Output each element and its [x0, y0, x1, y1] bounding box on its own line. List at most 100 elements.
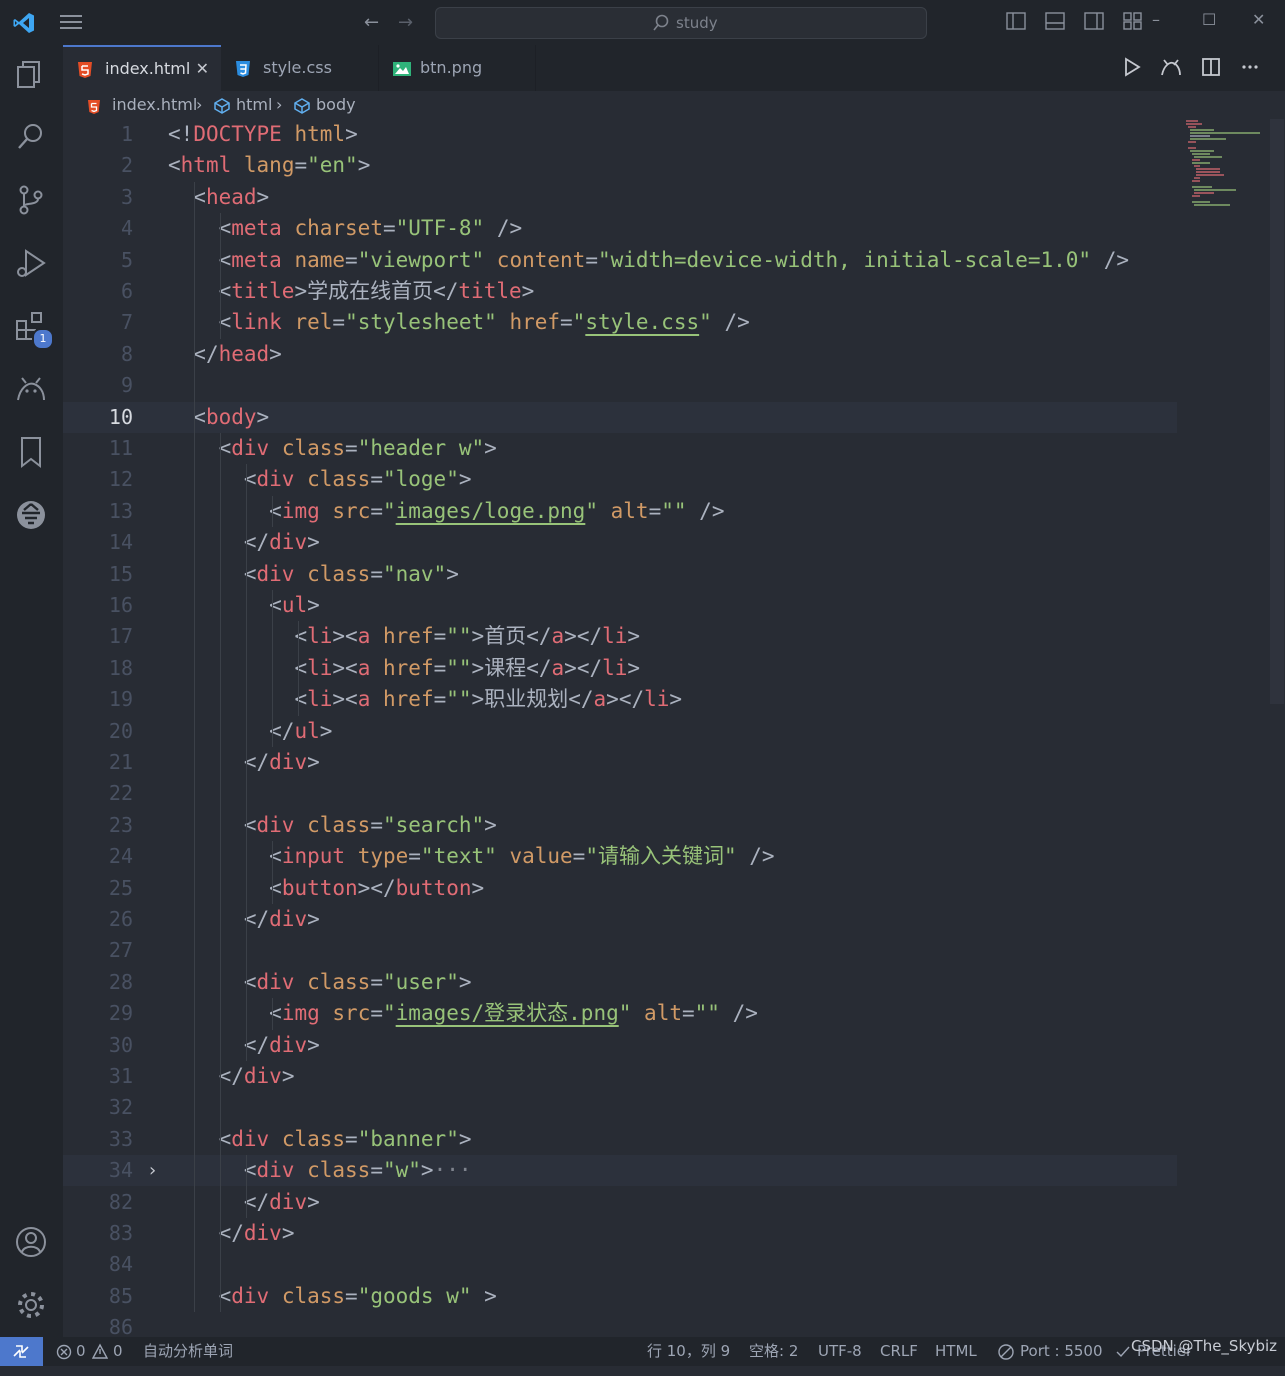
code-line[interactable]: 22: [63, 778, 1177, 809]
line-number[interactable]: 3: [63, 182, 133, 213]
code-line[interactable]: 34 › <div class="w">···: [63, 1155, 1177, 1187]
code-line[interactable]: 2 <html lang="en">: [63, 150, 1177, 181]
code-line[interactable]: 21 </div>: [63, 747, 1177, 778]
code-line[interactable]: 85 <div class="goods w" >: [63, 1281, 1177, 1312]
run-icon[interactable]: [1123, 57, 1141, 81]
line-number[interactable]: 29: [63, 998, 133, 1029]
close-tab-icon[interactable]: ✕: [196, 47, 209, 91]
vscode-logo-icon[interactable]: [12, 11, 36, 39]
code-line[interactable]: 7 <link rel="stylesheet" href="style.css…: [63, 307, 1177, 338]
code-line[interactable]: 82 </div>: [63, 1187, 1177, 1218]
live-share-session-icon[interactable]: [1160, 57, 1182, 81]
code-line[interactable]: 6 <title>学成在线首页</title>: [63, 276, 1177, 307]
line-number[interactable]: 27: [63, 935, 133, 966]
code-line[interactable]: 25 <button></button>: [63, 873, 1177, 904]
minimize-icon[interactable]: –: [1152, 10, 1160, 29]
more-actions-icon[interactable]: [1240, 57, 1260, 81]
line-number[interactable]: 84: [63, 1249, 133, 1280]
bookmark-icon[interactable]: [14, 435, 48, 469]
customize-layout-icon[interactable]: [1123, 12, 1143, 34]
line-number[interactable]: 12: [63, 464, 133, 495]
line-number[interactable]: 17: [63, 621, 133, 652]
code-line[interactable]: 83 </div>: [63, 1218, 1177, 1249]
cursor-position[interactable]: 行 10，列 9: [647, 1337, 730, 1366]
line-number[interactable]: 19: [63, 684, 133, 715]
line-number[interactable]: 31: [63, 1061, 133, 1092]
settings-gear-icon[interactable]: [14, 1288, 48, 1322]
line-number[interactable]: 32: [63, 1092, 133, 1123]
code-line[interactable]: 3 <head>: [63, 182, 1177, 213]
line-number[interactable]: 18: [63, 653, 133, 684]
line-number[interactable]: 34: [63, 1155, 133, 1186]
line-number[interactable]: 21: [63, 747, 133, 778]
code-line[interactable]: 5 <meta name="viewport" content="width=d…: [63, 245, 1177, 276]
line-number[interactable]: 15: [63, 559, 133, 590]
line-number[interactable]: 28: [63, 967, 133, 998]
code-line[interactable]: 10 <body>: [63, 401, 1177, 433]
vertical-scrollbar[interactable]: [1270, 119, 1284, 704]
code-line[interactable]: 15 <div class="nav">: [63, 559, 1177, 590]
split-editor-icon[interactable]: [1201, 57, 1221, 81]
toggle-sidebar-icon[interactable]: [1006, 12, 1026, 34]
code-line[interactable]: 33 <div class="banner">: [63, 1124, 1177, 1155]
tab-style-css[interactable]: style.css: [221, 45, 379, 91]
line-number[interactable]: 16: [63, 590, 133, 621]
minimap[interactable]: [1180, 119, 1270, 209]
code-line[interactable]: 31 </div>: [63, 1061, 1177, 1092]
code-line[interactable]: 18 <li><a href="">课程</a></li>: [63, 653, 1177, 684]
error-count[interactable]: 0: [76, 1337, 86, 1366]
code-line[interactable]: 24 <input type="text" value="请输入关键词" />: [63, 841, 1177, 872]
code-line[interactable]: 9: [63, 370, 1177, 401]
line-number[interactable]: 8: [63, 339, 133, 370]
command-center-search[interactable]: study: [435, 7, 927, 39]
remote-indicator[interactable]: [0, 1337, 43, 1366]
indentation[interactable]: 空格: 2: [749, 1337, 798, 1366]
explorer-icon[interactable]: [14, 57, 48, 91]
line-number[interactable]: 82: [63, 1187, 133, 1218]
source-control-icon[interactable]: [14, 183, 48, 217]
fold-chevron-icon[interactable]: ›: [147, 1155, 158, 1186]
back-arrow-icon[interactable]: ←: [364, 12, 379, 33]
code-line[interactable]: 84: [63, 1249, 1177, 1280]
code-line[interactable]: 16 <ul>: [63, 590, 1177, 621]
forward-arrow-icon[interactable]: →: [398, 12, 413, 33]
tab-btn-png[interactable]: btn.png: [378, 45, 536, 91]
code-line[interactable]: 27: [63, 935, 1177, 966]
line-number[interactable]: 6: [63, 276, 133, 307]
code-line[interactable]: 4 <meta charset="UTF-8" />: [63, 213, 1177, 244]
code-line[interactable]: 14 </div>: [63, 527, 1177, 558]
cloud-extension-icon[interactable]: [14, 498, 48, 532]
code-line[interactable]: 28 <div class="user">: [63, 967, 1177, 998]
line-number[interactable]: 26: [63, 904, 133, 935]
code-line[interactable]: 29 <img src="images/登录状态.png" alt="" />: [63, 998, 1177, 1029]
line-number[interactable]: 22: [63, 778, 133, 809]
menu-icon[interactable]: [60, 13, 82, 35]
line-number[interactable]: 30: [63, 1030, 133, 1061]
live-share-icon[interactable]: [14, 372, 48, 406]
code-line[interactable]: 12 <div class="loge">: [63, 464, 1177, 495]
account-icon[interactable]: [14, 1225, 48, 1259]
maximize-icon[interactable]: ☐: [1202, 10, 1216, 29]
line-number[interactable]: 4: [63, 213, 133, 244]
code-line[interactable]: 30 </div>: [63, 1030, 1177, 1061]
code-line[interactable]: 19 <li><a href="">职业规划</a></li>: [63, 684, 1177, 715]
line-number[interactable]: 9: [63, 370, 133, 401]
live-server-port[interactable]: Port : 5500: [1020, 1337, 1103, 1366]
warning-icon[interactable]: [91, 1337, 109, 1376]
error-icon[interactable]: [56, 1337, 72, 1376]
line-number[interactable]: 85: [63, 1281, 133, 1312]
encoding[interactable]: UTF-8: [818, 1337, 862, 1366]
breadcrumb-body[interactable]: body: [316, 91, 356, 119]
code-line[interactable]: 1 <!DOCTYPE html>: [63, 119, 1177, 150]
line-number[interactable]: 83: [63, 1218, 133, 1249]
breadcrumb-html[interactable]: html: [236, 91, 272, 119]
close-window-icon[interactable]: ✕: [1252, 10, 1265, 29]
search-view-icon[interactable]: [14, 120, 48, 154]
language-mode[interactable]: HTML: [935, 1337, 977, 1366]
line-number[interactable]: 25: [63, 873, 133, 904]
toggle-panel-icon[interactable]: [1045, 12, 1065, 34]
code-line[interactable]: 20 </ul>: [63, 716, 1177, 747]
line-number[interactable]: 23: [63, 810, 133, 841]
spell-check-status[interactable]: 自动分析单词: [143, 1337, 233, 1366]
line-number[interactable]: 2: [63, 150, 133, 181]
